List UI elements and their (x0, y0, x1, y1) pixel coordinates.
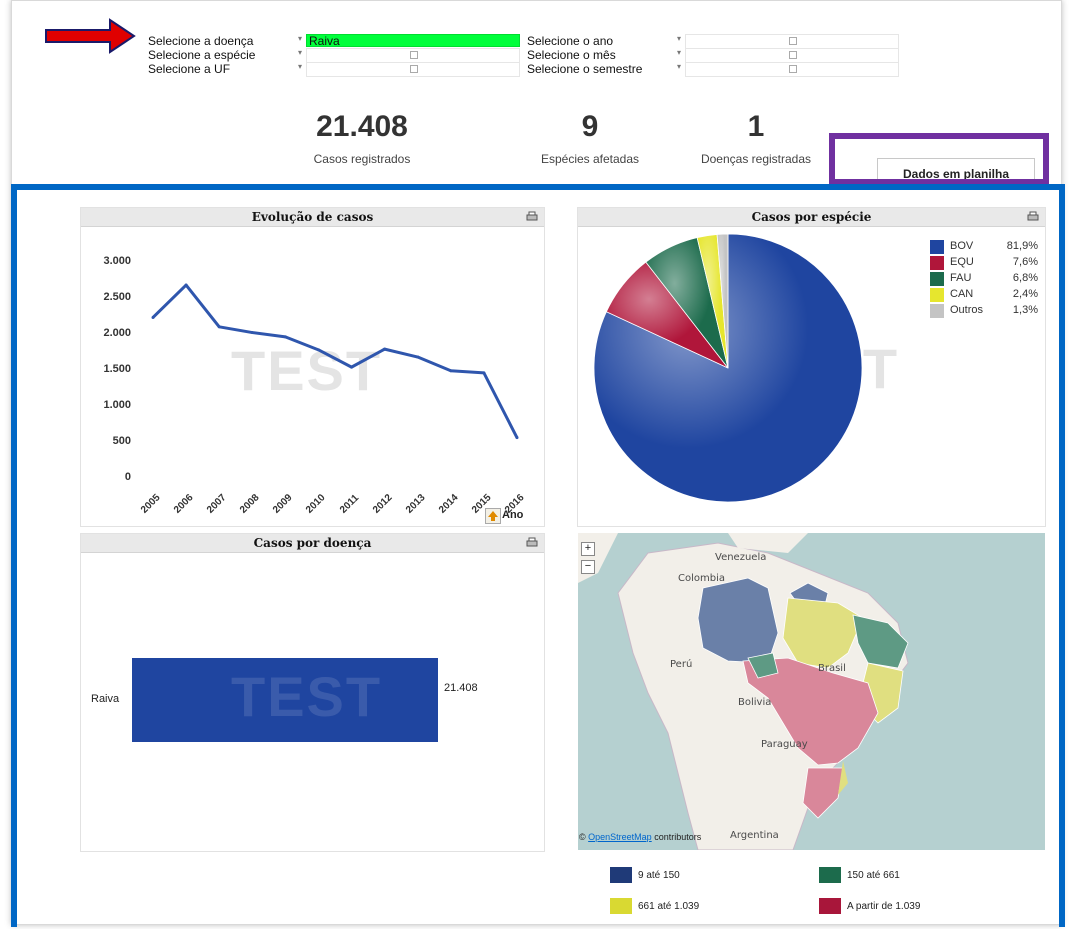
red-arrow-icon (45, 18, 136, 54)
filter-especie-box[interactable] (306, 48, 520, 63)
checkbox-icon (789, 65, 797, 73)
filter-doenca-value[interactable]: Raiva (306, 34, 520, 48)
kpi-doencas-label: Doenças registradas (700, 152, 812, 166)
checkbox-icon (410, 51, 418, 59)
dropdown-icon[interactable]: ▾ (298, 62, 302, 71)
checkbox-icon (789, 37, 797, 45)
filter-semestre-box[interactable] (685, 62, 899, 77)
filter-semestre-label: Selecione o semestre (527, 62, 643, 76)
kpi-casos-value: 21.408 (316, 110, 408, 143)
filter-ano-box[interactable] (685, 34, 899, 49)
dropdown-icon[interactable]: ▾ (298, 34, 302, 43)
filter-doenca-label: Selecione a doença (148, 34, 254, 48)
filter-uf-box[interactable] (306, 62, 520, 77)
kpi-especies-value: 9 (581, 110, 599, 143)
dropdown-icon[interactable]: ▾ (298, 48, 302, 57)
dropdown-icon[interactable]: ▾ (677, 48, 681, 57)
filter-mes-label: Selecione o mês (527, 48, 616, 62)
purple-highlight-box (829, 133, 1049, 185)
checkbox-icon (789, 51, 797, 59)
dropdown-icon[interactable]: ▾ (677, 62, 681, 71)
dropdown-icon[interactable]: ▾ (677, 34, 681, 43)
filter-mes-box[interactable] (685, 48, 899, 63)
filter-ano-label: Selecione o ano (527, 34, 614, 48)
checkbox-icon (410, 65, 418, 73)
filter-uf-label: Selecione a UF (148, 62, 231, 76)
kpi-doencas-value: 1 (747, 110, 765, 143)
kpi-especies-label: Espécies afetadas (540, 152, 640, 166)
filter-especie-label: Selecione a espécie (148, 48, 256, 62)
blue-highlight-box (11, 184, 1065, 927)
kpi-casos-label: Casos registrados (313, 152, 411, 166)
